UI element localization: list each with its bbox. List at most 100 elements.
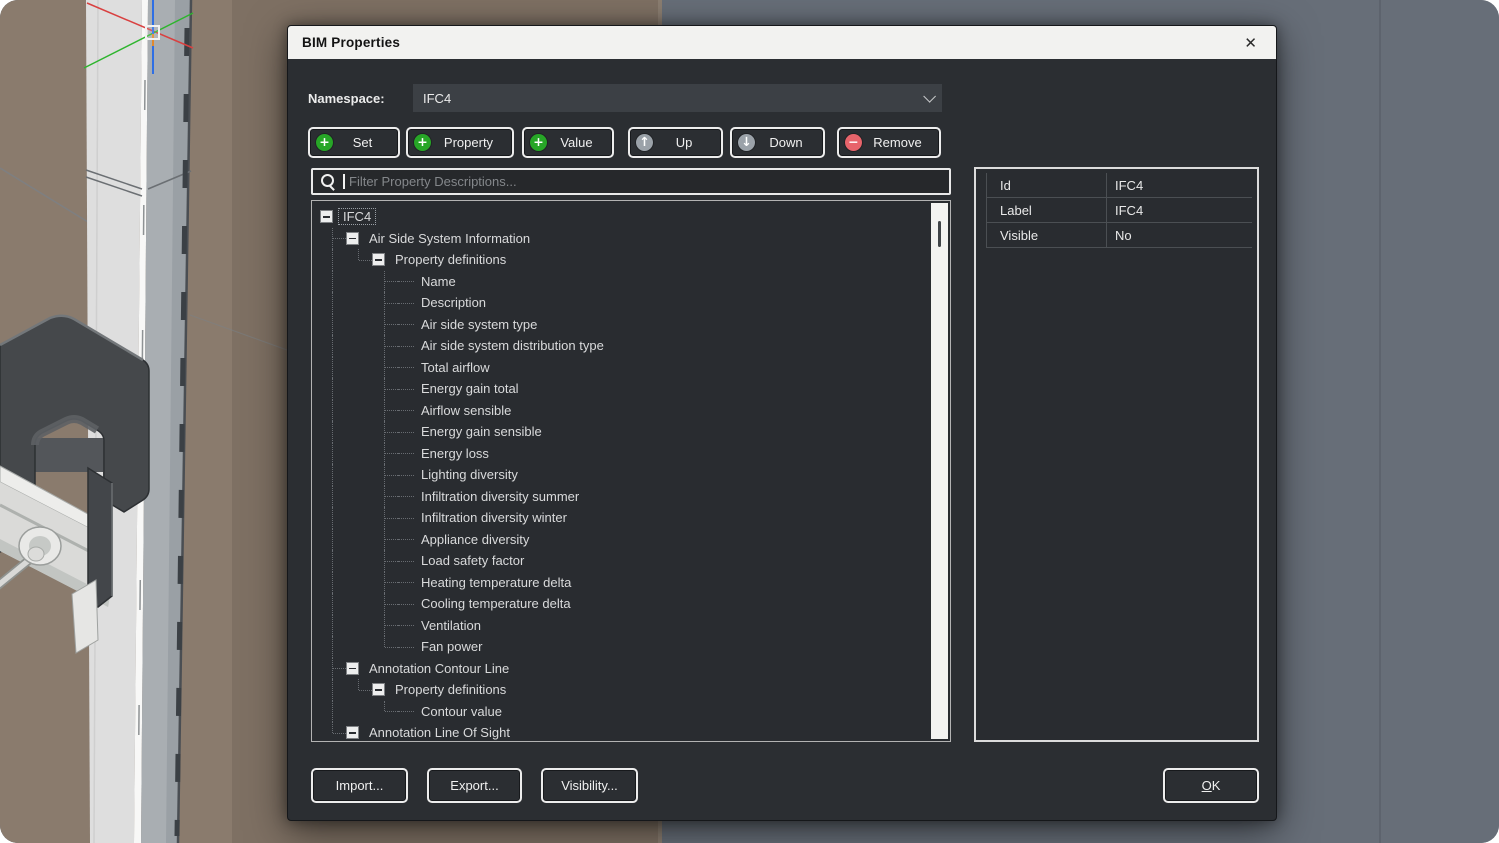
tree-item[interactable]: Lighting diversity: [320, 464, 928, 486]
tree-item[interactable]: Name: [320, 271, 928, 293]
namespace-combobox[interactable]: IFC4: [413, 84, 942, 112]
ok-button[interactable]: OK: [1163, 768, 1259, 803]
property-key: Id: [987, 178, 1106, 193]
tree-item[interactable]: Infiltration diversity summer: [320, 486, 928, 508]
tree-item-label[interactable]: Property definitions: [391, 682, 510, 697]
tree-item-label[interactable]: Air side system type: [417, 317, 541, 332]
tree-item-label[interactable]: IFC4: [339, 209, 375, 224]
tree-item-label[interactable]: Property definitions: [391, 252, 510, 267]
up-button[interactable]: ↑Up: [628, 127, 723, 158]
tree-item-label[interactable]: Ventilation: [417, 618, 485, 633]
collapse-minus-icon[interactable]: [320, 210, 333, 223]
dialog-titlebar[interactable]: BIM Properties ✕: [288, 26, 1276, 59]
plus-circle-icon: +: [530, 134, 547, 151]
remove-button[interactable]: −Remove: [837, 127, 941, 158]
tree-item[interactable]: Cooling temperature delta: [320, 593, 928, 615]
set-button-label: Set: [335, 135, 390, 150]
tree-item[interactable]: Appliance diversity: [320, 529, 928, 551]
tree-item-label[interactable]: Airflow sensible: [417, 403, 515, 418]
tree-item[interactable]: Description: [320, 292, 928, 314]
property-key: Label: [987, 203, 1106, 218]
tree-item[interactable]: Infiltration diversity winter: [320, 507, 928, 529]
remove-button-label: Remove: [864, 135, 931, 150]
tree-item[interactable]: Ventilation: [320, 615, 928, 637]
tree-item[interactable]: Energy gain total: [320, 378, 928, 400]
tree-item-label[interactable]: Cooling temperature delta: [417, 596, 575, 611]
tree-item-label[interactable]: Energy gain total: [417, 381, 523, 396]
plus-circle-icon: +: [316, 134, 333, 151]
tree-item-label[interactable]: Annotation Line Of Sight: [365, 725, 514, 740]
down-arrow-circle-icon: ↓: [738, 134, 755, 151]
property-button-label: Property: [433, 135, 504, 150]
tree-item-label[interactable]: Load safety factor: [417, 553, 528, 568]
tree-item-label[interactable]: Infiltration diversity summer: [417, 489, 583, 504]
collapse-minus-icon[interactable]: [372, 683, 385, 696]
tree-item-label[interactable]: Name: [417, 274, 460, 289]
tree-item[interactable]: Fan power: [320, 636, 928, 658]
tree-item[interactable]: IFC4: [320, 206, 928, 228]
tree-item-label[interactable]: Energy loss: [417, 446, 493, 461]
pick-box: [146, 26, 159, 39]
filter-box: [311, 168, 951, 195]
property-value[interactable]: No: [1106, 223, 1252, 247]
tree-item-label[interactable]: Total airflow: [417, 360, 494, 375]
property-button[interactable]: +Property: [406, 127, 514, 158]
tree-item-label[interactable]: Energy gain sensible: [417, 424, 546, 439]
tree-item[interactable]: Air side system type: [320, 314, 928, 336]
plus-circle-icon: +: [414, 134, 431, 151]
tree-item-label[interactable]: Fan power: [417, 639, 486, 654]
tree-item[interactable]: Energy gain sensible: [320, 421, 928, 443]
visibility-button[interactable]: Visibility...: [541, 768, 638, 803]
properties-table: IdIFC4LabelIFC4VisibleNo: [986, 173, 1252, 248]
property-row[interactable]: LabelIFC4: [987, 198, 1252, 223]
tree-item[interactable]: Airflow sensible: [320, 400, 928, 422]
tree-item[interactable]: Energy loss: [320, 443, 928, 465]
tree-item[interactable]: Load safety factor: [320, 550, 928, 572]
tree-item-label[interactable]: Heating temperature delta: [417, 575, 575, 590]
namespace-label: Namespace:: [308, 91, 385, 106]
tree-item[interactable]: Property definitions: [320, 679, 928, 701]
tree-item[interactable]: Air side system distribution type: [320, 335, 928, 357]
property-row[interactable]: VisibleNo: [987, 223, 1252, 248]
tree-item[interactable]: Total airflow: [320, 357, 928, 379]
filter-input[interactable]: [313, 170, 949, 193]
tree-item-label[interactable]: Air side system distribution type: [417, 338, 608, 353]
tree-item-label[interactable]: Infiltration diversity winter: [417, 510, 571, 525]
collapse-minus-icon[interactable]: [346, 232, 359, 245]
chevron-down-icon: [923, 90, 936, 103]
collapse-minus-icon[interactable]: [346, 726, 359, 739]
property-tree[interactable]: IFC4 Air Side System Information Property …: [311, 200, 951, 742]
property-value[interactable]: IFC4: [1106, 173, 1252, 197]
property-row[interactable]: IdIFC4: [987, 173, 1252, 198]
collapse-minus-icon[interactable]: [372, 253, 385, 266]
back-wall-corner: [1379, 0, 1381, 843]
namespace-value: IFC4: [423, 91, 451, 106]
collapse-minus-icon[interactable]: [346, 662, 359, 675]
tree-item[interactable]: Contour value: [320, 701, 928, 723]
set-button[interactable]: +Set: [308, 127, 400, 158]
import-button[interactable]: Import...: [311, 768, 408, 803]
property-value[interactable]: IFC4: [1106, 198, 1252, 222]
tree-scrollbar[interactable]: [931, 203, 948, 739]
tree-item[interactable]: Air Side System Information: [320, 228, 928, 250]
tree-item[interactable]: Annotation Contour Line: [320, 658, 928, 680]
tree-item-label[interactable]: Appliance diversity: [417, 532, 533, 547]
export-button[interactable]: Export...: [427, 768, 522, 803]
tree-item-label[interactable]: Air Side System Information: [365, 231, 534, 246]
tree-item[interactable]: Annotation Line Of Sight: [320, 722, 928, 742]
scrollbar-thumb[interactable]: [938, 221, 941, 247]
tree-item-label[interactable]: Lighting diversity: [417, 467, 522, 482]
tree-item-label[interactable]: Annotation Contour Line: [365, 661, 513, 676]
tree-item[interactable]: Heating temperature delta: [320, 572, 928, 594]
ok-button-label: OK: [1202, 778, 1221, 793]
tree-item-label[interactable]: Contour value: [417, 704, 506, 719]
tree-item[interactable]: Property definitions: [320, 249, 928, 271]
up-button-label: Up: [655, 135, 713, 150]
properties-panel: IdIFC4LabelIFC4VisibleNo: [974, 167, 1259, 742]
value-button[interactable]: +Value: [522, 127, 614, 158]
value-button-label: Value: [549, 135, 604, 150]
close-icon[interactable]: ✕: [1239, 34, 1262, 52]
down-button-label: Down: [757, 135, 815, 150]
tree-item-label[interactable]: Description: [417, 295, 490, 310]
down-button[interactable]: ↓Down: [730, 127, 825, 158]
